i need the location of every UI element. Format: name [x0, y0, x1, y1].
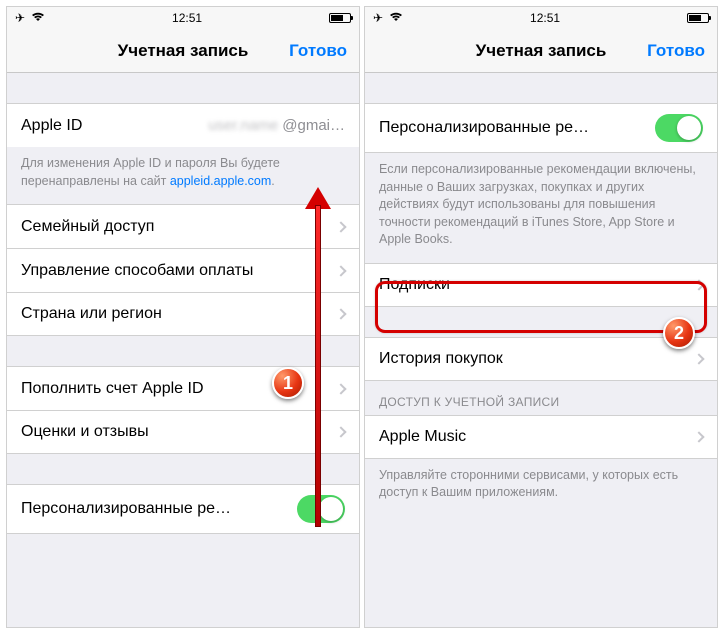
step-badge-2: 2 [663, 317, 695, 349]
airplane-icon: ✈ [373, 11, 383, 25]
payment-methods-row[interactable]: Управление способами оплаты [7, 248, 359, 292]
nav-title: Учетная запись [476, 41, 607, 61]
content-right: Персонализированные ре… Если персонализи… [365, 73, 717, 627]
country-region-row[interactable]: Страна или регион [7, 292, 359, 336]
status-time: 12:51 [530, 11, 560, 25]
chevron-right-icon [693, 353, 704, 364]
personalized-footer: Если персонализированные рекомендации вк… [365, 153, 717, 263]
chevron-right-icon [693, 431, 704, 442]
apple-id-value: @gmai… [282, 117, 345, 134]
nav-bar: Учетная запись Готово [365, 29, 717, 73]
content-left: Apple ID user.name @gmai… Для изменения … [7, 73, 359, 627]
wifi-icon [31, 11, 45, 25]
personalized-row[interactable]: Персонализированные ре… [7, 484, 359, 534]
apple-id-footer: Для изменения Apple ID и пароля Вы будет… [7, 147, 359, 204]
appleid-link[interactable]: appleid.apple.com [170, 174, 271, 188]
account-access-header: ДОСТУП К УЧЕТНОЙ ЗАПИСИ [365, 381, 717, 415]
nav-bar: Учетная запись Готово [7, 29, 359, 73]
status-bar: ✈ 12:51 [7, 7, 359, 29]
screenshot-right: ✈ 12:51 Учетная запись Готово Персонализ… [364, 6, 718, 628]
chevron-right-icon [335, 383, 346, 394]
personalized-toggle[interactable] [297, 495, 345, 523]
done-button[interactable]: Готово [289, 41, 347, 61]
battery-icon [687, 13, 709, 23]
personalized-row[interactable]: Персонализированные ре… [365, 103, 717, 153]
subscriptions-row[interactable]: Подписки [365, 263, 717, 307]
screenshot-left: ✈ 12:51 Учетная запись Готово Apple ID u… [6, 6, 360, 628]
apple-music-row[interactable]: Apple Music [365, 415, 717, 459]
status-bar: ✈ 12:51 [365, 7, 717, 29]
airplane-icon: ✈ [15, 11, 25, 25]
apple-id-row[interactable]: Apple ID user.name @gmai… [7, 103, 359, 147]
account-access-footer: Управляйте сторонними сервисами, у котор… [365, 459, 717, 516]
battery-icon [329, 13, 351, 23]
apple-id-label: Apple ID [21, 117, 208, 135]
wifi-icon [389, 11, 403, 25]
step-badge-1: 1 [272, 367, 304, 399]
purchase-history-row[interactable]: История покупок [365, 337, 717, 381]
chevron-right-icon [335, 221, 346, 232]
topup-row[interactable]: Пополнить счет Apple ID [7, 366, 359, 410]
apple-id-value-blurred: user.name [208, 117, 278, 134]
done-button[interactable]: Готово [647, 41, 705, 61]
status-time: 12:51 [172, 11, 202, 25]
personalized-toggle[interactable] [655, 114, 703, 142]
chevron-right-icon [693, 279, 704, 290]
nav-title: Учетная запись [118, 41, 249, 61]
chevron-right-icon [335, 426, 346, 437]
chevron-right-icon [335, 265, 346, 276]
ratings-reviews-row[interactable]: Оценки и отзывы [7, 410, 359, 454]
chevron-right-icon [335, 308, 346, 319]
family-sharing-row[interactable]: Семейный доступ [7, 204, 359, 248]
